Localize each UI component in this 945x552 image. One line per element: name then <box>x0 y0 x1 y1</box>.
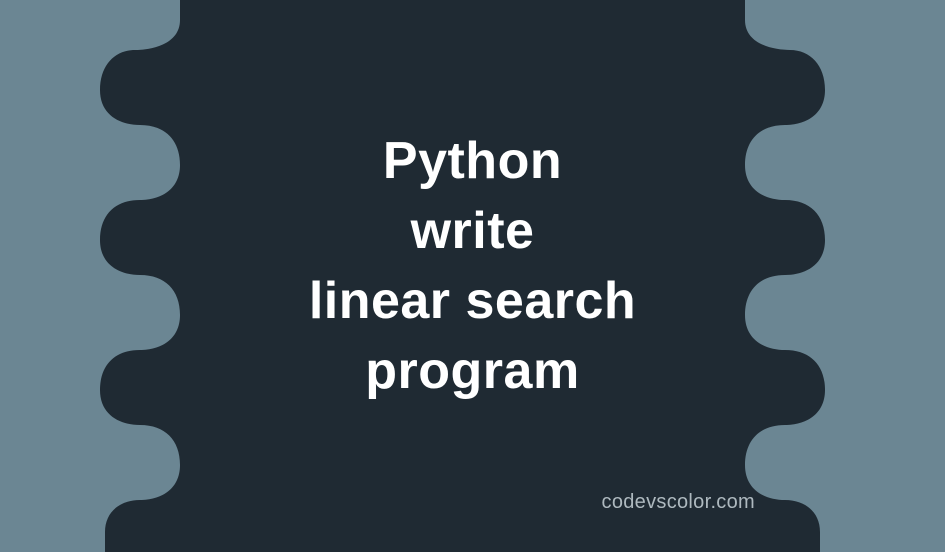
title-line-1: Python <box>383 126 562 196</box>
title-line-2: write <box>411 196 535 266</box>
title-text-container: Python write linear search program <box>0 0 945 532</box>
title-line-3: linear search <box>309 266 636 336</box>
watermark-text: codevscolor.com <box>602 491 755 514</box>
title-line-4: program <box>365 336 579 406</box>
